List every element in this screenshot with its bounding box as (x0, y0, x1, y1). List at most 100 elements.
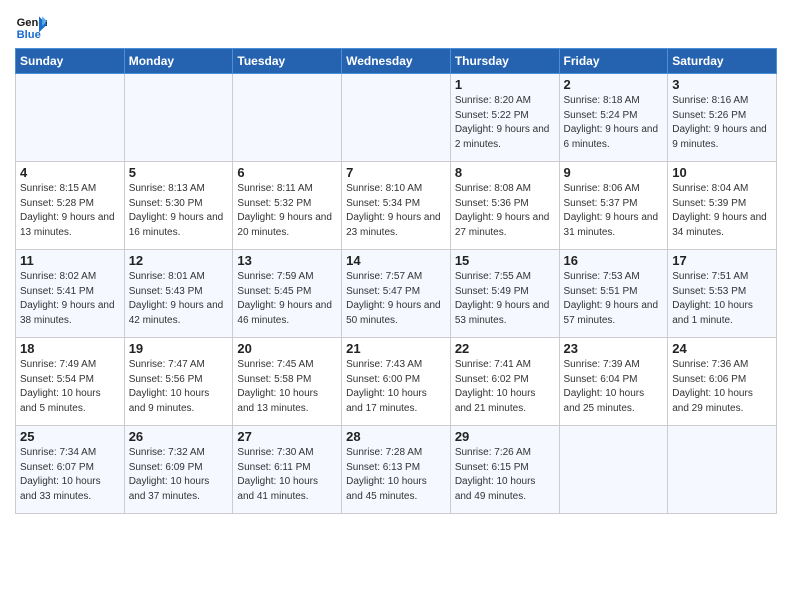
day-info: Sunrise: 7:39 AM Sunset: 6:04 PM Dayligh… (564, 358, 664, 416)
day-cell: 19 Sunrise: 7:47 AM Sunset: 5:56 PM Dayli… (124, 338, 233, 426)
day-cell: 20 Sunrise: 7:45 AM Sunset: 5:58 PM Dayli… (233, 338, 342, 426)
day-info: Sunrise: 7:49 AM Sunset: 5:54 PM Dayligh… (20, 358, 120, 416)
day-number: 16 (564, 253, 664, 268)
day-cell: 3 Sunrise: 8:16 AM Sunset: 5:26 PM Daylig… (668, 74, 777, 162)
day-cell: 26 Sunrise: 7:32 AM Sunset: 6:09 PM Dayli… (124, 426, 233, 514)
logo-icon: General Blue (15, 10, 47, 42)
day-number: 18 (20, 341, 120, 356)
logo: General Blue (15, 10, 51, 42)
day-cell: 17 Sunrise: 7:51 AM Sunset: 5:53 PM Dayli… (668, 250, 777, 338)
day-info: Sunrise: 8:20 AM Sunset: 5:22 PM Dayligh… (455, 94, 555, 152)
col-header-sunday: Sunday (16, 49, 125, 74)
day-number: 13 (237, 253, 337, 268)
day-cell: 8Sunrise: 8:08 AM Sunset: 5:36 PM Daylig… (450, 162, 559, 250)
day-info: Sunrise: 8:11 AM Sunset: 5:32 PM Dayligh… (237, 182, 337, 240)
day-cell: 7 Sunrise: 8:10 AM Sunset: 5:34 PM Daylig… (342, 162, 451, 250)
day-info: Sunrise: 8:10 AM Sunset: 5:34 PM Dayligh… (346, 182, 446, 240)
day-number: 17 (672, 253, 772, 268)
day-number: 10 (672, 165, 772, 180)
day-number: 26 (129, 429, 229, 444)
day-info: Sunrise: 8:18 AM Sunset: 5:24 PM Dayligh… (564, 94, 664, 152)
day-cell: 9 Sunrise: 8:06 AM Sunset: 5:37 PM Daylig… (559, 162, 668, 250)
day-number: 2 (564, 77, 664, 92)
day-cell: 2 Sunrise: 8:18 AM Sunset: 5:24 PM Daylig… (559, 74, 668, 162)
day-cell: 28 Sunrise: 7:28 AM Sunset: 6:13 PM Dayli… (342, 426, 451, 514)
day-info: Sunrise: 7:55 AM Sunset: 5:49 PM Dayligh… (455, 270, 555, 328)
header-row-days: SundayMondayTuesdayWednesdayThursdayFrid… (16, 49, 777, 74)
day-cell (124, 74, 233, 162)
day-number: 6 (237, 165, 337, 180)
day-number: 5 (129, 165, 229, 180)
day-info: Sunrise: 8:13 AM Sunset: 5:30 PM Dayligh… (129, 182, 229, 240)
day-cell: 13 Sunrise: 7:59 AM Sunset: 5:45 PM Dayli… (233, 250, 342, 338)
day-number: 27 (237, 429, 337, 444)
day-cell: 25 Sunrise: 7:34 AM Sunset: 6:07 PM Dayli… (16, 426, 125, 514)
day-cell: 10 Sunrise: 8:04 AM Sunset: 5:39 PM Dayli… (668, 162, 777, 250)
week-row-3: 11 Sunrise: 8:02 AM Sunset: 5:41 PM Dayli… (16, 250, 777, 338)
day-info: Sunrise: 7:30 AM Sunset: 6:11 PM Dayligh… (237, 446, 337, 504)
day-info: Sunrise: 8:08 AM Sunset: 5:36 PM Dayligh… (455, 182, 555, 240)
day-info: Sunrise: 7:45 AM Sunset: 5:58 PM Dayligh… (237, 358, 337, 416)
day-info: Sunrise: 7:59 AM Sunset: 5:45 PM Dayligh… (237, 270, 337, 328)
day-number: 15 (455, 253, 555, 268)
main-container: General Blue SundayMondayTuesdayWednesda… (0, 0, 792, 522)
day-number: 20 (237, 341, 337, 356)
day-cell (668, 426, 777, 514)
day-cell: 11 Sunrise: 8:02 AM Sunset: 5:41 PM Dayli… (16, 250, 125, 338)
day-number: 11 (20, 253, 120, 268)
day-number: 24 (672, 341, 772, 356)
day-cell: 5 Sunrise: 8:13 AM Sunset: 5:30 PM Daylig… (124, 162, 233, 250)
day-number: 4 (20, 165, 120, 180)
day-info: Sunrise: 8:02 AM Sunset: 5:41 PM Dayligh… (20, 270, 120, 328)
day-number: 28 (346, 429, 446, 444)
day-info: Sunrise: 7:26 AM Sunset: 6:15 PM Dayligh… (455, 446, 555, 504)
day-number: 25 (20, 429, 120, 444)
day-cell: 4 Sunrise: 8:15 AM Sunset: 5:28 PM Daylig… (16, 162, 125, 250)
week-row-2: 4 Sunrise: 8:15 AM Sunset: 5:28 PM Daylig… (16, 162, 777, 250)
day-info: Sunrise: 7:53 AM Sunset: 5:51 PM Dayligh… (564, 270, 664, 328)
day-cell: 27 Sunrise: 7:30 AM Sunset: 6:11 PM Dayli… (233, 426, 342, 514)
day-cell (233, 74, 342, 162)
day-number: 3 (672, 77, 772, 92)
day-info: Sunrise: 7:43 AM Sunset: 6:00 PM Dayligh… (346, 358, 446, 416)
day-number: 23 (564, 341, 664, 356)
day-cell: 21Sunrise: 7:43 AM Sunset: 6:00 PM Dayli… (342, 338, 451, 426)
day-cell: 1 Sunrise: 8:20 AM Sunset: 5:22 PM Daylig… (450, 74, 559, 162)
col-header-saturday: Saturday (668, 49, 777, 74)
day-cell: 14 Sunrise: 7:57 AM Sunset: 5:47 PM Dayli… (342, 250, 451, 338)
day-info: Sunrise: 7:32 AM Sunset: 6:09 PM Dayligh… (129, 446, 229, 504)
day-cell: 22Sunrise: 7:41 AM Sunset: 6:02 PM Dayli… (450, 338, 559, 426)
day-number: 1 (455, 77, 555, 92)
day-number: 7 (346, 165, 446, 180)
day-number: 19 (129, 341, 229, 356)
day-number: 14 (346, 253, 446, 268)
header-row: General Blue (15, 10, 777, 42)
day-cell: 23 Sunrise: 7:39 AM Sunset: 6:04 PM Dayli… (559, 338, 668, 426)
day-number: 12 (129, 253, 229, 268)
day-info: Sunrise: 7:28 AM Sunset: 6:13 PM Dayligh… (346, 446, 446, 504)
day-info: Sunrise: 7:47 AM Sunset: 5:56 PM Dayligh… (129, 358, 229, 416)
day-info: Sunrise: 7:57 AM Sunset: 5:47 PM Dayligh… (346, 270, 446, 328)
col-header-friday: Friday (559, 49, 668, 74)
day-info: Sunrise: 8:01 AM Sunset: 5:43 PM Dayligh… (129, 270, 229, 328)
day-cell: 15 Sunrise: 7:55 AM Sunset: 5:49 PM Dayli… (450, 250, 559, 338)
day-info: Sunrise: 7:34 AM Sunset: 6:07 PM Dayligh… (20, 446, 120, 504)
day-cell: 6 Sunrise: 8:11 AM Sunset: 5:32 PM Daylig… (233, 162, 342, 250)
day-cell: 24Sunrise: 7:36 AM Sunset: 6:06 PM Dayli… (668, 338, 777, 426)
day-info: Sunrise: 8:15 AM Sunset: 5:28 PM Dayligh… (20, 182, 120, 240)
week-row-5: 25 Sunrise: 7:34 AM Sunset: 6:07 PM Dayli… (16, 426, 777, 514)
day-cell: 16 Sunrise: 7:53 AM Sunset: 5:51 PM Dayli… (559, 250, 668, 338)
day-cell: 12 Sunrise: 8:01 AM Sunset: 5:43 PM Dayli… (124, 250, 233, 338)
day-info: Sunrise: 7:51 AM Sunset: 5:53 PM Dayligh… (672, 270, 772, 328)
day-number: 9 (564, 165, 664, 180)
day-number: 22 (455, 341, 555, 356)
day-info: Sunrise: 8:06 AM Sunset: 5:37 PM Dayligh… (564, 182, 664, 240)
week-row-4: 18 Sunrise: 7:49 AM Sunset: 5:54 PM Dayli… (16, 338, 777, 426)
day-cell: 18 Sunrise: 7:49 AM Sunset: 5:54 PM Dayli… (16, 338, 125, 426)
col-header-wednesday: Wednesday (342, 49, 451, 74)
day-info: Sunrise: 8:16 AM Sunset: 5:26 PM Dayligh… (672, 94, 772, 152)
week-row-1: 1 Sunrise: 8:20 AM Sunset: 5:22 PM Daylig… (16, 74, 777, 162)
calendar-table: SundayMondayTuesdayWednesdayThursdayFrid… (15, 48, 777, 514)
day-cell (16, 74, 125, 162)
day-info: Sunrise: 8:04 AM Sunset: 5:39 PM Dayligh… (672, 182, 772, 240)
